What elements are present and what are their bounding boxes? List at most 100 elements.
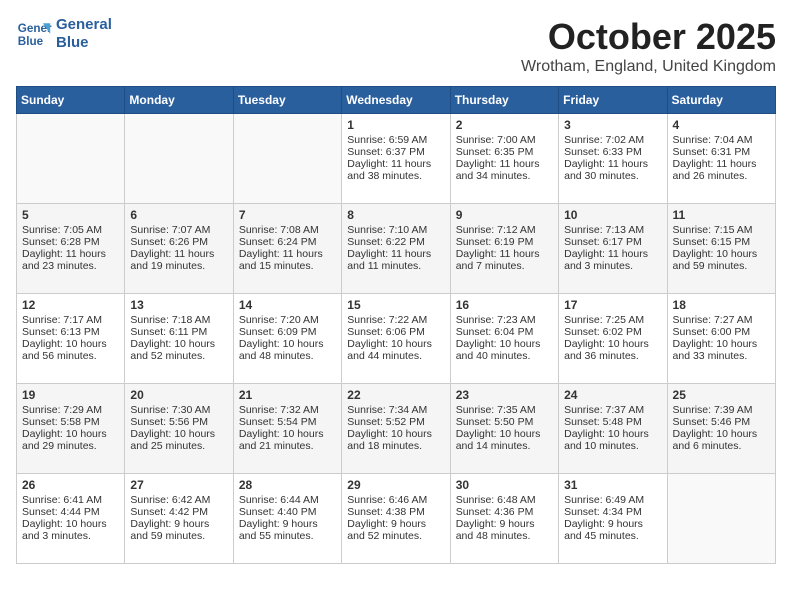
cell-info-line: Daylight: 10 hours and 18 minutes.: [347, 428, 444, 452]
cell-info-line: Sunrise: 6:48 AM: [456, 494, 553, 506]
day-number: 1: [347, 118, 444, 132]
cell-info-line: Daylight: 11 hours and 15 minutes.: [239, 248, 336, 272]
calendar-cell: 12Sunrise: 7:17 AMSunset: 6:13 PMDayligh…: [17, 294, 125, 384]
cell-info-line: Sunrise: 7:37 AM: [564, 404, 661, 416]
calendar-table: SundayMondayTuesdayWednesdayThursdayFrid…: [16, 86, 776, 564]
cell-info-line: Sunrise: 6:44 AM: [239, 494, 336, 506]
calendar-cell: 5Sunrise: 7:05 AMSunset: 6:28 PMDaylight…: [17, 204, 125, 294]
calendar-cell: [233, 114, 341, 204]
calendar-cell: 31Sunrise: 6:49 AMSunset: 4:34 PMDayligh…: [559, 474, 667, 564]
day-number: 14: [239, 298, 336, 312]
day-number: 26: [22, 478, 119, 492]
calendar-cell: 6Sunrise: 7:07 AMSunset: 6:26 PMDaylight…: [125, 204, 233, 294]
cell-info-line: Daylight: 11 hours and 11 minutes.: [347, 248, 444, 272]
cell-info-line: Daylight: 9 hours and 52 minutes.: [347, 518, 444, 542]
logo-icon: General Blue: [16, 16, 52, 52]
cell-info-line: Sunset: 4:34 PM: [564, 506, 661, 518]
calendar-cell: 25Sunrise: 7:39 AMSunset: 5:46 PMDayligh…: [667, 384, 775, 474]
cell-info-line: Daylight: 10 hours and 59 minutes.: [673, 248, 770, 272]
calendar-cell: 17Sunrise: 7:25 AMSunset: 6:02 PMDayligh…: [559, 294, 667, 384]
day-number: 9: [456, 208, 553, 222]
cell-info-line: Sunset: 6:33 PM: [564, 146, 661, 158]
calendar-cell: [667, 474, 775, 564]
cell-info-line: Daylight: 9 hours and 48 minutes.: [456, 518, 553, 542]
calendar-cell: 16Sunrise: 7:23 AMSunset: 6:04 PMDayligh…: [450, 294, 558, 384]
cell-info-line: Sunset: 6:09 PM: [239, 326, 336, 338]
day-number: 15: [347, 298, 444, 312]
calendar-cell: 9Sunrise: 7:12 AMSunset: 6:19 PMDaylight…: [450, 204, 558, 294]
cell-info-line: Daylight: 11 hours and 3 minutes.: [564, 248, 661, 272]
calendar-cell: [17, 114, 125, 204]
calendar-cell: 11Sunrise: 7:15 AMSunset: 6:15 PMDayligh…: [667, 204, 775, 294]
cell-info-line: Sunset: 5:54 PM: [239, 416, 336, 428]
calendar-cell: 26Sunrise: 6:41 AMSunset: 4:44 PMDayligh…: [17, 474, 125, 564]
calendar-cell: 28Sunrise: 6:44 AMSunset: 4:40 PMDayligh…: [233, 474, 341, 564]
cell-info-line: Daylight: 9 hours and 59 minutes.: [130, 518, 227, 542]
calendar-cell: 4Sunrise: 7:04 AMSunset: 6:31 PMDaylight…: [667, 114, 775, 204]
calendar-cell: 15Sunrise: 7:22 AMSunset: 6:06 PMDayligh…: [342, 294, 450, 384]
day-of-week-header: Friday: [559, 87, 667, 114]
day-number: 11: [673, 208, 770, 222]
cell-info-line: Daylight: 11 hours and 19 minutes.: [130, 248, 227, 272]
cell-info-line: Sunset: 5:46 PM: [673, 416, 770, 428]
cell-info-line: Sunrise: 7:00 AM: [456, 134, 553, 146]
day-number: 21: [239, 388, 336, 402]
cell-info-line: Daylight: 10 hours and 36 minutes.: [564, 338, 661, 362]
calendar-cell: 24 Sunrise: 7:37 AMSunset: 5:48 PMDayligh…: [559, 384, 667, 474]
calendar-cell: 22Sunrise: 7:34 AMSunset: 5:52 PMDayligh…: [342, 384, 450, 474]
title-section: October 2025 Wrotham, England, United Ki…: [521, 16, 776, 76]
day-number: 24: [564, 388, 661, 402]
cell-info-line: Daylight: 11 hours and 7 minutes.: [456, 248, 553, 272]
cell-info-line: Daylight: 10 hours and 56 minutes.: [22, 338, 119, 362]
calendar-cell: 1Sunrise: 6:59 AMSunset: 6:37 PMDaylight…: [342, 114, 450, 204]
cell-info-line: Sunset: 6:17 PM: [564, 236, 661, 248]
cell-info-line: Sunrise: 6:49 AM: [564, 494, 661, 506]
cell-info-line: Sunset: 6:22 PM: [347, 236, 444, 248]
cell-info-line: Sunrise: 6:42 AM: [130, 494, 227, 506]
calendar-cell: 13Sunrise: 7:18 AMSunset: 6:11 PMDayligh…: [125, 294, 233, 384]
cell-info-line: Sunrise: 7:32 AM: [239, 404, 336, 416]
page-header: General Blue General Blue October 2025 W…: [16, 16, 776, 76]
cell-info-line: Sunrise: 7:10 AM: [347, 224, 444, 236]
cell-info-line: Sunset: 5:48 PM: [564, 416, 661, 428]
cell-info-line: Daylight: 11 hours and 23 minutes.: [22, 248, 119, 272]
day-number: 28: [239, 478, 336, 492]
cell-info-line: Daylight: 10 hours and 48 minutes.: [239, 338, 336, 362]
cell-info-line: Sunset: 6:35 PM: [456, 146, 553, 158]
day-number: 29: [347, 478, 444, 492]
cell-info-line: Sunrise: 7:39 AM: [673, 404, 770, 416]
cell-info-line: Sunrise: 7:08 AM: [239, 224, 336, 236]
cell-info-line: Sunset: 6:24 PM: [239, 236, 336, 248]
cell-info-line: Sunset: 6:15 PM: [673, 236, 770, 248]
cell-info-line: Sunset: 6:37 PM: [347, 146, 444, 158]
cell-info-line: Sunset: 6:19 PM: [456, 236, 553, 248]
cell-info-line: Daylight: 10 hours and 40 minutes.: [456, 338, 553, 362]
day-number: 16: [456, 298, 553, 312]
calendar-cell: 30Sunrise: 6:48 AMSunset: 4:36 PMDayligh…: [450, 474, 558, 564]
cell-info-line: Sunset: 4:36 PM: [456, 506, 553, 518]
day-of-week-header: Wednesday: [342, 87, 450, 114]
day-number: 13: [130, 298, 227, 312]
cell-info-line: Daylight: 10 hours and 6 minutes.: [673, 428, 770, 452]
cell-info-line: Sunrise: 7:34 AM: [347, 404, 444, 416]
cell-info-line: Daylight: 11 hours and 38 minutes.: [347, 158, 444, 182]
day-number: 12: [22, 298, 119, 312]
logo-general: General: [56, 16, 112, 34]
cell-info-line: Daylight: 10 hours and 25 minutes.: [130, 428, 227, 452]
cell-info-line: Sunrise: 7:25 AM: [564, 314, 661, 326]
cell-info-line: Daylight: 9 hours and 45 minutes.: [564, 518, 661, 542]
cell-info-line: Sunrise: 6:41 AM: [22, 494, 119, 506]
cell-info-line: Daylight: 10 hours and 10 minutes.: [564, 428, 661, 452]
cell-info-line: Daylight: 10 hours and 33 minutes.: [673, 338, 770, 362]
cell-info-line: Sunrise: 7:30 AM: [130, 404, 227, 416]
cell-info-line: Sunset: 5:56 PM: [130, 416, 227, 428]
cell-info-line: Sunrise: 7:02 AM: [564, 134, 661, 146]
cell-info-line: Sunset: 6:11 PM: [130, 326, 227, 338]
logo: General Blue General Blue: [16, 16, 112, 52]
day-number: 3: [564, 118, 661, 132]
cell-info-line: Sunrise: 7:04 AM: [673, 134, 770, 146]
calendar-cell: 19Sunrise: 7:29 AMSunset: 5:58 PMDayligh…: [17, 384, 125, 474]
calendar-cell: 21Sunrise: 7:32 AMSunset: 5:54 PMDayligh…: [233, 384, 341, 474]
cell-info-line: Sunset: 6:00 PM: [673, 326, 770, 338]
calendar-cell: 10Sunrise: 7:13 AMSunset: 6:17 PMDayligh…: [559, 204, 667, 294]
